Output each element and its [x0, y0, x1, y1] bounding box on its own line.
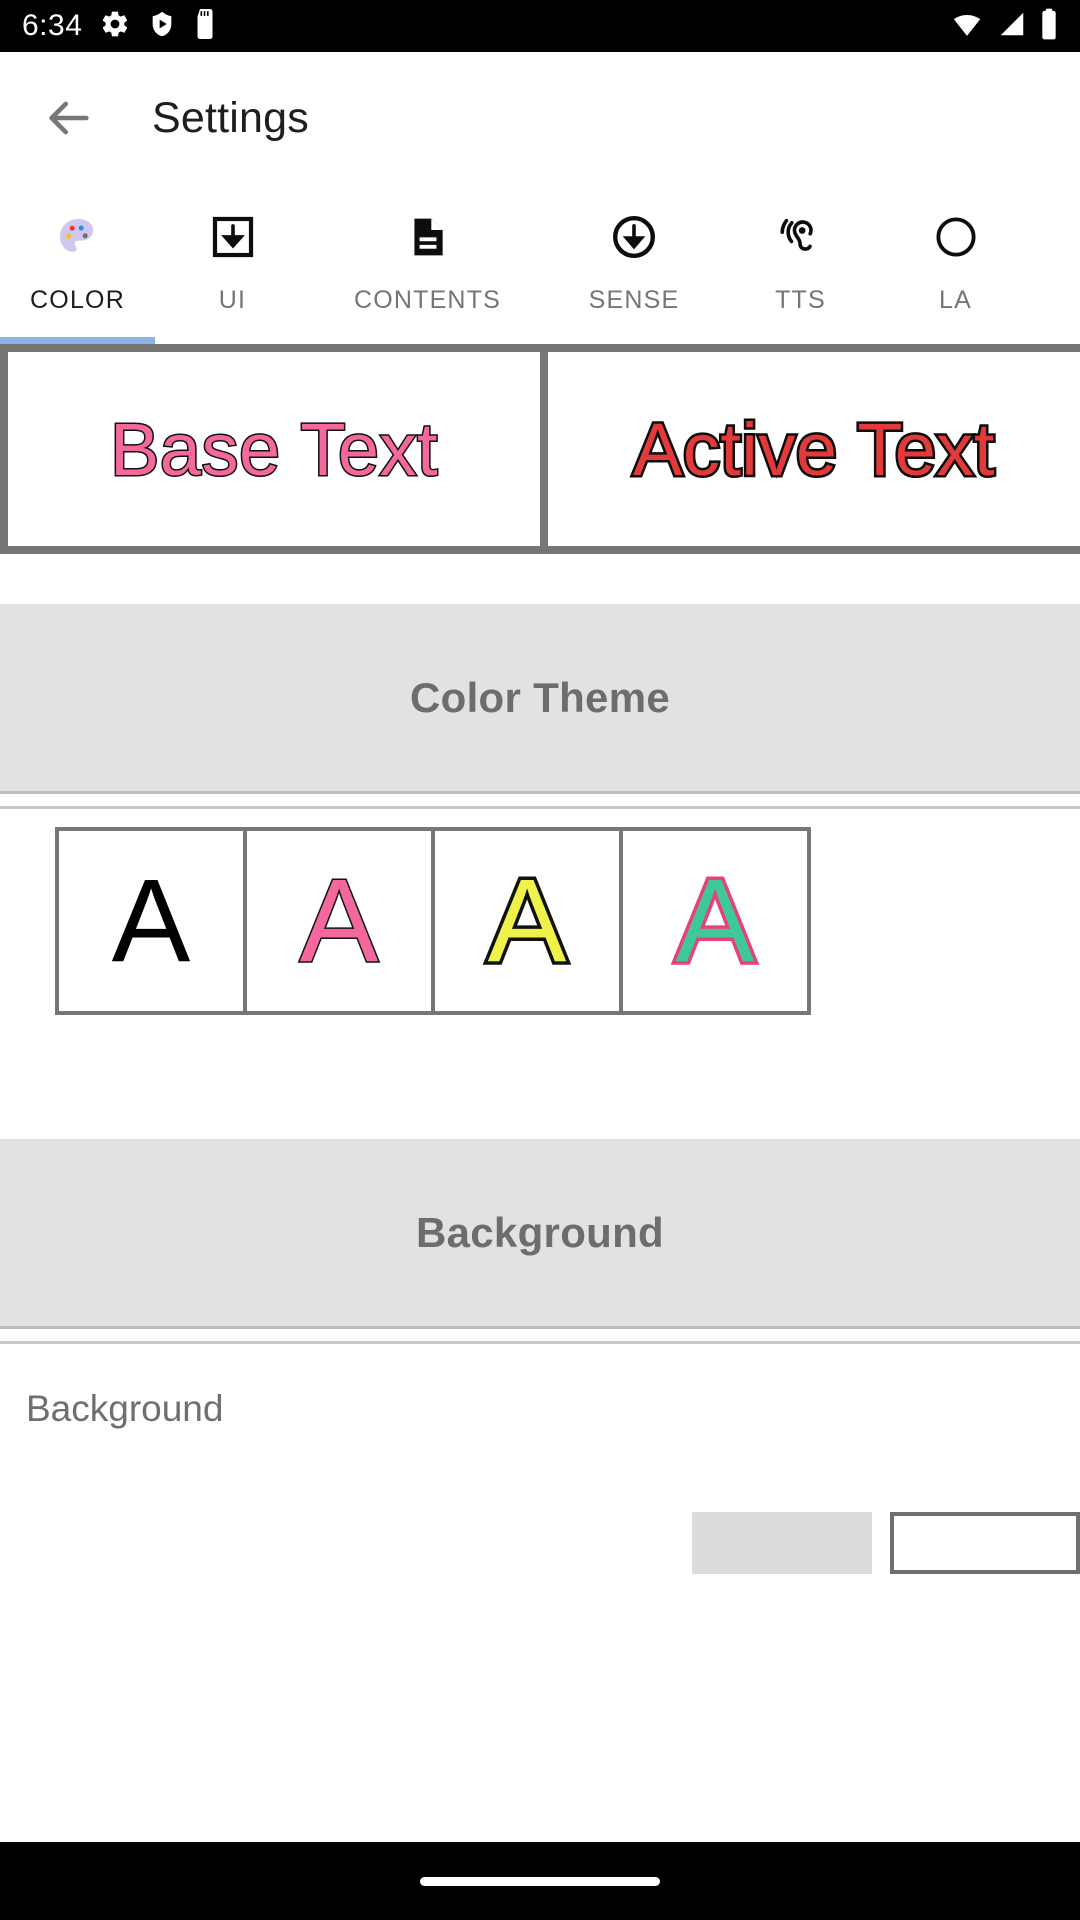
home-gesture-pill[interactable]: [420, 1876, 660, 1886]
color-theme-title: Color Theme: [410, 673, 670, 721]
background-chip-gray[interactable]: [692, 1512, 872, 1574]
swatch-theme-green[interactable]: A: [623, 831, 807, 1011]
color-theme-swatch-area: A A A A: [0, 809, 1080, 1015]
swatch-theme-black[interactable]: A: [59, 831, 243, 1011]
status-bar-left-icons: [100, 8, 216, 44]
section-divider-gap: [0, 794, 1080, 806]
battery-icon: [1040, 8, 1058, 45]
tab-label-color: COLOR: [30, 286, 125, 314]
system-navigation-bar: [0, 1842, 1080, 1920]
base-text-sample: Base Text: [108, 406, 439, 492]
active-text-sample: Active Text: [631, 405, 997, 493]
language-icon: [929, 210, 983, 264]
sd-card-icon: [194, 8, 216, 44]
background-row-label: Background: [26, 1388, 224, 1429]
cell-signal-icon: [996, 9, 1028, 44]
base-text-preview[interactable]: Base Text: [8, 352, 540, 546]
status-bar: 6:34: [0, 0, 1080, 52]
download-box-icon: [206, 210, 260, 264]
app-toolbar: Settings: [0, 52, 1080, 184]
tab-label-language: LA: [939, 286, 972, 314]
swatch-glyph-yellow: A: [484, 855, 570, 987]
spacer-below-swatches: [0, 1015, 1080, 1139]
swatch-glyph-green: A: [672, 855, 758, 987]
tab-language[interactable]: LA: [878, 184, 1033, 344]
tab-label-tts: TTS: [775, 286, 826, 314]
tab-label-ui: UI: [218, 286, 247, 314]
circle-down-arrow-icon: [607, 210, 661, 264]
status-bar-right-icons: [950, 8, 1058, 45]
tab-label-contents: CONTENTS: [353, 286, 502, 314]
spacer-above-color-theme: [0, 554, 1080, 604]
hearing-ear-icon: [774, 210, 828, 264]
background-chip-outline[interactable]: [890, 1512, 1080, 1574]
swatch-theme-pink[interactable]: A: [247, 831, 431, 1011]
text-color-preview-row: Base Text Active Text: [0, 344, 1080, 554]
color-theme-section-header: Color Theme: [0, 604, 1080, 794]
wifi-icon: [950, 9, 984, 44]
tab-contents[interactable]: CONTENTS: [310, 184, 545, 344]
color-theme-swatch-strip[interactable]: A A A A: [55, 827, 811, 1015]
background-color-chips: [692, 1512, 1080, 1574]
palette-icon: [51, 210, 105, 264]
tab-active-indicator: [0, 337, 155, 344]
page-title: Settings: [152, 93, 309, 142]
document-icon: [401, 210, 455, 264]
swatch-glyph-black: A: [111, 855, 191, 987]
gear-icon: [100, 9, 130, 44]
tab-tts[interactable]: TTS: [723, 184, 878, 344]
background-title: Background: [415, 1208, 665, 1256]
swatch-theme-yellow[interactable]: A: [435, 831, 619, 1011]
shield-play-icon: [148, 9, 176, 44]
background-divider-gap: [0, 1329, 1080, 1341]
settings-tab-strip[interactable]: COLOR UI CONTENTS SENSE TTS LA: [0, 184, 1080, 344]
background-list-row[interactable]: Background: [0, 1344, 1080, 1574]
swatch-glyph-pink: A: [298, 855, 380, 987]
tab-sense[interactable]: SENSE: [545, 184, 723, 344]
tab-color[interactable]: COLOR: [0, 184, 155, 344]
tab-ui[interactable]: UI: [155, 184, 310, 344]
back-arrow-icon[interactable]: [38, 87, 100, 149]
background-section-header: Background: [0, 1139, 1080, 1329]
active-text-preview[interactable]: Active Text: [548, 352, 1080, 546]
status-bar-clock: 6:34: [22, 9, 83, 42]
tab-label-sense: SENSE: [588, 286, 680, 314]
